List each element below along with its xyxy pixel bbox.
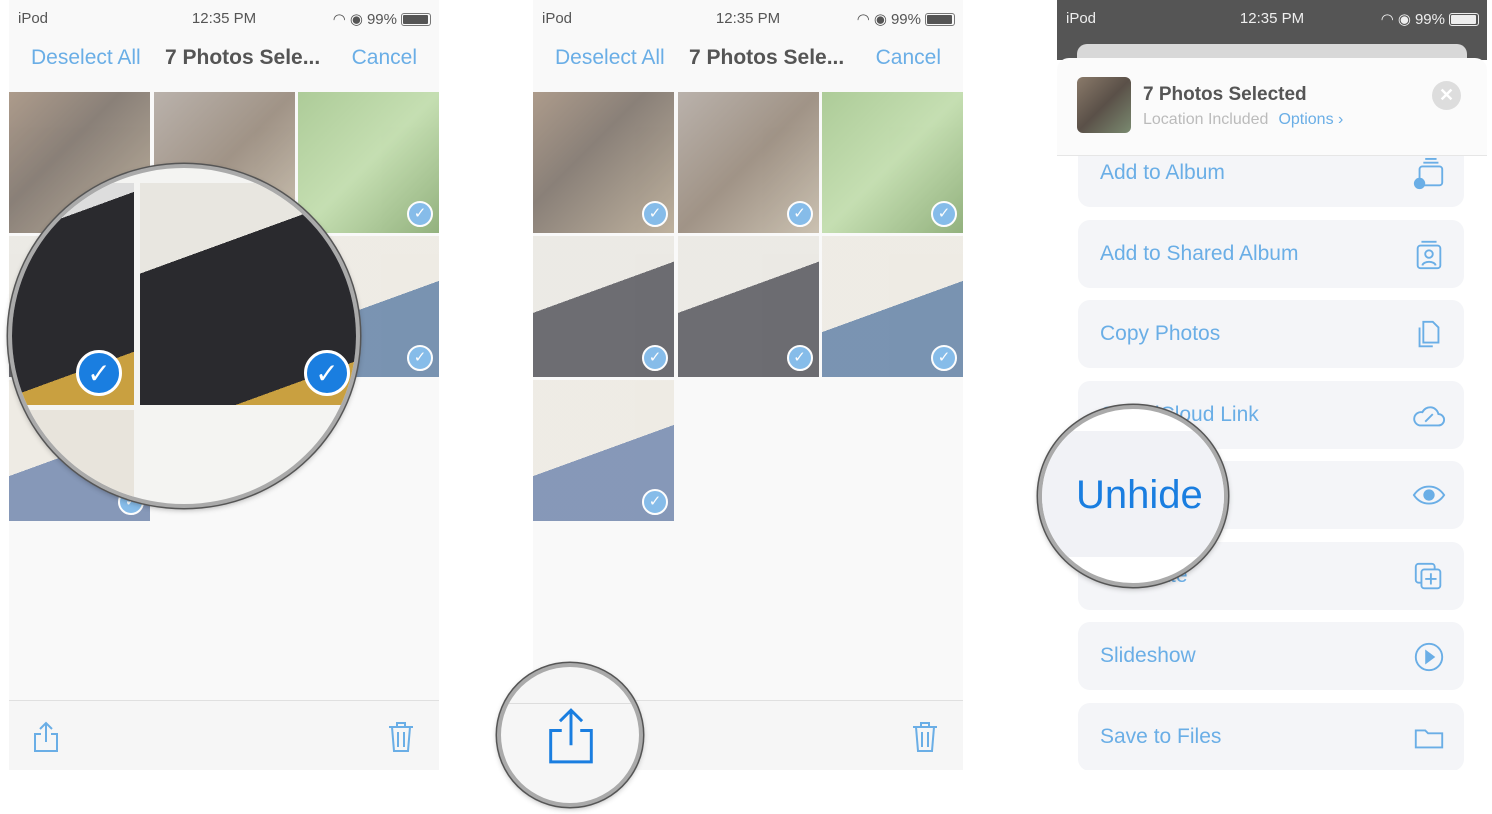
share-icon[interactable] [547,705,595,767]
action-label: Copy Photos [1100,322,1221,345]
photos-select-screen-2: iPod 12:35 PM ◠ ◉ 99% Deselect All 7 Photo… [533,0,963,770]
trash-icon[interactable] [911,721,939,753]
share-sheet-screen: iPod 12:35 PM ◠ ◉ 99% Add to Album Add to S… [1057,0,1487,770]
close-button[interactable]: ✕ [1432,81,1461,110]
battery-percent: 99% [890,10,921,28]
battery-percent: 99% [366,10,397,28]
action-label: Slideshow [1100,644,1196,667]
share-sheet-header: 7 Photos Selected Location Included Optio… [1057,58,1487,156]
battery-icon [1449,12,1479,26]
location-status: Location Included [1143,111,1269,128]
magnifier-share-button [497,663,643,807]
photo-zoomed-3 [12,410,134,504]
unhide-magnified-label: Unhide [1076,473,1203,517]
nav-bar: Deselect All 7 Photos Sele... Cancel [533,46,963,78]
checkmark-icon: ✓ [931,345,957,371]
checkmark-icon: ✓ [76,350,122,396]
cancel-button[interactable]: Cancel [876,46,941,70]
action-save-to-files[interactable]: Save to Files [1078,702,1464,770]
checkmark-icon: ✓ [407,201,433,227]
battery-icon [401,12,431,26]
checkmark-icon: ✓ [931,201,957,227]
checkmark-icon: ✓ [786,201,813,227]
photo-thumbnail[interactable]: ✓ [822,236,963,377]
action-label: Add to Shared Album [1100,241,1299,265]
action-slideshow[interactable]: Slideshow [1078,622,1464,690]
orientation-lock-icon: ◉ [873,11,887,28]
copy-icon [1418,320,1440,348]
share-title: 7 Photos Selected [1143,84,1307,105]
orientation-lock-icon: ◉ [1397,11,1411,28]
options-button[interactable]: Options › [1278,111,1343,128]
magnifier-unhide: Unhide [1038,405,1228,587]
chevron-right-icon: › [1338,111,1344,128]
orientation-lock-icon: ◉ [349,11,363,28]
wifi-icon: ◠ [856,11,870,28]
checkmark-icon: ✓ [642,201,668,227]
bottom-toolbar [9,700,439,770]
share-icon[interactable] [33,721,59,753]
duplicate-icon [1414,562,1442,589]
action-label: Save to Files [1100,724,1222,748]
nav-bar: Deselect All 7 Photos Sele... Cancel [9,46,439,78]
action-label: Add to Album [1100,161,1225,184]
action-add-to-shared-album[interactable]: Add to Shared Album [1078,219,1464,288]
photo-thumbnail[interactable]: ✓ [677,236,819,377]
photo-thumbnail[interactable]: ✓ [533,380,674,521]
nav-title: 7 Photos Sele... [689,46,845,69]
deselect-all-button[interactable]: Deselect All [555,46,665,70]
selection-thumbnail [1077,77,1131,133]
photo-thumbnail[interactable]: ✓ [533,92,674,233]
action-copy-photos[interactable]: Copy Photos [1078,300,1464,368]
cloud-link-icon [1413,405,1445,426]
checkmark-icon: ✓ [642,489,668,515]
status-bar: iPod 12:35 PM ◠ ◉ 99% [9,0,439,36]
wifi-icon: ◠ [332,11,346,28]
checkmark-icon: ✓ [304,350,350,396]
battery-icon [925,12,955,26]
deselect-all-button[interactable]: Deselect All [31,46,141,70]
status-bar: iPod 12:35 PM ◠ ◉ 99% [533,0,963,36]
photo-thumbnail[interactable]: ✓ [533,236,674,377]
checkmark-icon: ✓ [407,345,433,371]
eye-icon [1412,485,1446,505]
photo-thumbnail[interactable]: ✓ [677,92,819,233]
wifi-icon: ◠ [1380,11,1394,28]
add-to-album-icon [1413,157,1444,190]
cancel-button[interactable]: Cancel [352,46,417,70]
trash-icon[interactable] [387,721,415,753]
battery-percent: 99% [1414,10,1445,28]
options-label: Options [1278,111,1334,128]
checkmark-icon: ✓ [642,345,668,371]
magnifier-selected-photos: ✓ ✓ [8,164,360,508]
nav-title: 7 Photos Sele... [165,46,321,69]
folder-icon [1414,729,1444,748]
checkmark-icon: ✓ [786,345,813,371]
photo-thumbnail[interactable]: ✓ [822,92,963,233]
shared-album-icon [1416,240,1442,269]
play-circle-icon [1414,642,1444,672]
